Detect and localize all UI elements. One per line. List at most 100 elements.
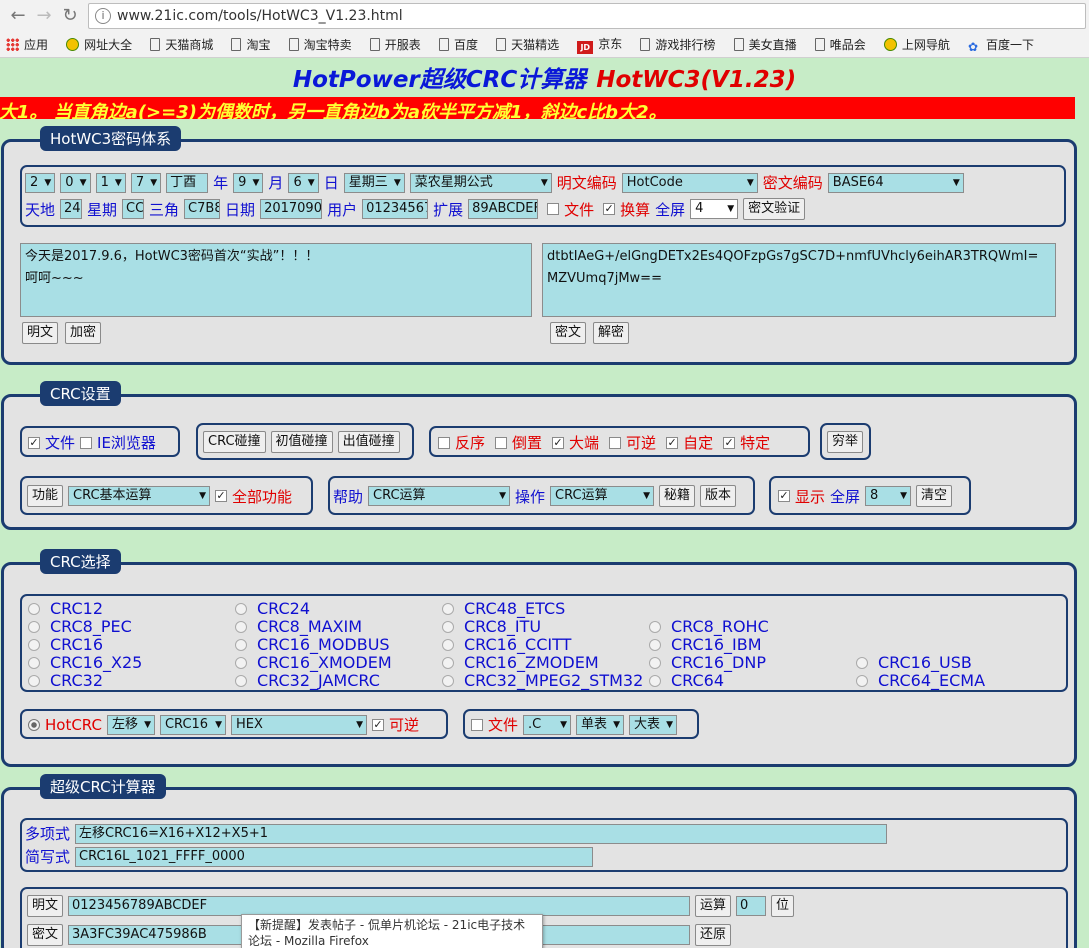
crc-radio-option[interactable]: CRC64 bbox=[649, 671, 724, 690]
extension-select[interactable]: .C bbox=[523, 714, 572, 735]
radio-button[interactable] bbox=[442, 602, 454, 615]
bits-button[interactable]: 位 bbox=[771, 895, 795, 917]
crc-radio-option[interactable]: CRC32 bbox=[28, 671, 103, 690]
triangle-field[interactable]: C7B8 bbox=[184, 199, 221, 219]
fullscreen-select[interactable]: 4 bbox=[690, 199, 739, 219]
reverse-checkbox[interactable] bbox=[438, 436, 450, 449]
extend-field[interactable]: 89ABCDEF bbox=[468, 199, 539, 219]
digit-select-1[interactable]: 2 bbox=[25, 172, 56, 193]
radio-button[interactable] bbox=[442, 638, 454, 651]
radio-button[interactable] bbox=[28, 674, 40, 687]
radio-button[interactable] bbox=[856, 674, 868, 687]
bookmark-item[interactable]: 唯品会 bbox=[814, 36, 866, 53]
url-text[interactable]: www.21ic.com/tools/HotWC3_V1.23.html bbox=[117, 8, 403, 24]
restore-button[interactable]: 还原 bbox=[695, 924, 732, 946]
crc-radio-option[interactable]: CRC8_PEC bbox=[28, 617, 132, 636]
radio-button[interactable] bbox=[235, 674, 247, 687]
tiandi-field[interactable]: 24 bbox=[60, 199, 83, 219]
crc-radio-option[interactable]: CRC32_JAMCRC bbox=[235, 671, 380, 690]
ciphertext-area[interactable]: dtbtIAeG+/elGngDETx2Es4QOFzpGs7gSC7D+nmf… bbox=[542, 243, 1056, 317]
all-functions-checkbox[interactable]: ✓ bbox=[215, 490, 228, 502]
crc-radio-option[interactable]: CRC16_MODBUS bbox=[235, 635, 390, 654]
address-bar[interactable]: i www.21ic.com/tools/HotWC3_V1.23.html bbox=[88, 3, 1086, 29]
decrypt-button[interactable]: 解密 bbox=[593, 322, 630, 344]
bookmark-item[interactable]: 游戏排行榜 bbox=[640, 36, 715, 53]
operation-select[interactable]: CRC运算 bbox=[550, 486, 655, 506]
bookmark-item[interactable]: 美女直播 bbox=[733, 36, 797, 53]
radio-button[interactable] bbox=[442, 656, 454, 669]
crc-radio-option[interactable]: CRC8_ITU bbox=[442, 617, 541, 636]
bigendian-checkbox[interactable]: ✓ bbox=[552, 436, 565, 449]
function-button[interactable]: 功能 bbox=[27, 485, 64, 507]
output-collision-button[interactable]: 出值碰撞 bbox=[337, 431, 400, 453]
function-select[interactable]: CRC基本运算 bbox=[68, 486, 211, 506]
fullscreen-select[interactable]: 8 bbox=[865, 486, 912, 506]
help-select[interactable]: CRC运算 bbox=[368, 486, 511, 506]
file-checkbox[interactable] bbox=[547, 203, 560, 215]
ciphertext-button[interactable]: 密文 bbox=[550, 322, 587, 344]
radio-button[interactable] bbox=[235, 656, 247, 669]
radio-button[interactable] bbox=[649, 674, 661, 687]
bookmark-item[interactable]: 开服表 bbox=[369, 36, 421, 53]
calculate-button[interactable]: 运算 bbox=[695, 895, 732, 917]
radio-button[interactable] bbox=[28, 656, 40, 669]
radio-button[interactable] bbox=[649, 620, 661, 633]
bookmark-item[interactable]: 淘宝 bbox=[231, 36, 270, 53]
ciphertext-button[interactable]: 密文 bbox=[27, 924, 64, 946]
crc-radio-option[interactable]: CRC8_MAXIM bbox=[235, 617, 362, 636]
ie-checkbox[interactable] bbox=[80, 436, 93, 449]
bookmark-item[interactable]: 应用 bbox=[6, 36, 48, 53]
exhaust-button[interactable]: 穷举 bbox=[827, 431, 864, 453]
file-checkbox[interactable] bbox=[471, 718, 483, 731]
crc-radio-option[interactable]: CRC48_ETCS bbox=[442, 599, 565, 618]
plaintext-field[interactable]: 0123456789ABCDEF bbox=[68, 896, 691, 916]
radio-button[interactable] bbox=[28, 638, 40, 651]
radio-button[interactable] bbox=[28, 602, 40, 615]
file-checkbox[interactable]: ✓ bbox=[28, 436, 40, 449]
forward-icon[interactable]: → bbox=[32, 4, 56, 28]
radio-button[interactable] bbox=[235, 602, 247, 615]
verify-cipher-button[interactable]: 密文验证 bbox=[743, 198, 806, 220]
bookmark-item[interactable]: 网址大全 bbox=[66, 36, 132, 53]
radio-button[interactable] bbox=[856, 656, 868, 669]
bookmark-item[interactable]: 天猫商城 bbox=[150, 36, 213, 53]
month-select[interactable]: 9 bbox=[233, 172, 264, 193]
single-table-select[interactable]: 单表 bbox=[576, 714, 625, 735]
crc-radio-option[interactable]: CRC12 bbox=[28, 599, 103, 618]
crc-radio-option[interactable]: CRC16_IBM bbox=[649, 635, 762, 654]
hotcrc-radio[interactable] bbox=[28, 718, 40, 731]
bookmark-item[interactable]: 淘宝特卖 bbox=[288, 36, 352, 53]
bookmark-item[interactable]: 上网导航 bbox=[883, 36, 950, 53]
radio-button[interactable] bbox=[442, 674, 454, 687]
bookmark-item[interactable]: ✿ 百度一下 bbox=[968, 36, 1034, 54]
encrypt-button[interactable]: 加密 bbox=[65, 322, 102, 344]
radio-button[interactable] bbox=[235, 638, 247, 651]
weekday-select[interactable]: 星期三 bbox=[343, 172, 405, 193]
special-checkbox[interactable]: ✓ bbox=[723, 436, 736, 449]
convert-checkbox[interactable]: ✓ bbox=[603, 203, 616, 215]
reversible-checkbox[interactable] bbox=[609, 436, 622, 449]
week-field[interactable]: CC bbox=[122, 199, 145, 219]
big-table-select[interactable]: 大表 bbox=[629, 714, 678, 735]
crc-radio-option[interactable]: CRC16_X25 bbox=[28, 653, 142, 672]
formula-select[interactable]: 菜农星期公式 bbox=[409, 172, 552, 193]
radio-button[interactable] bbox=[235, 620, 247, 633]
init-collision-button[interactable]: 初值碰撞 bbox=[270, 431, 333, 453]
version-button[interactable]: 版本 bbox=[700, 485, 737, 507]
polynomial-field[interactable]: 左移CRC16=X16+X12+X5+1 bbox=[75, 823, 888, 844]
plain-encoding-select[interactable]: HotCode bbox=[621, 172, 758, 193]
crc-radio-option[interactable]: CRC16_DNP bbox=[649, 653, 766, 672]
reload-icon[interactable]: ↻ bbox=[58, 4, 82, 28]
back-icon[interactable]: ← bbox=[6, 4, 30, 28]
info-icon[interactable]: i bbox=[95, 8, 111, 24]
bits-field[interactable]: 0 bbox=[736, 896, 767, 916]
plaintext-area[interactable]: 今天是2017.9.6，HotWC3密码首次“实战”！！！ 呵呵~~~ bbox=[20, 243, 532, 317]
bookmark-item[interactable]: 百度 bbox=[438, 36, 478, 53]
crc-radio-option[interactable]: CRC8_ROHC bbox=[649, 617, 769, 636]
format-select[interactable]: HEX bbox=[230, 714, 367, 735]
custom-checkbox[interactable]: ✓ bbox=[666, 436, 679, 449]
crc-radio-option[interactable]: CRC16_XMODEM bbox=[235, 653, 392, 672]
crc-radio-option[interactable]: CRC16 bbox=[28, 635, 103, 654]
bookmark-item[interactable]: JD 京东 bbox=[577, 35, 622, 54]
ganzhi-field[interactable]: 丁酉 bbox=[166, 172, 209, 193]
